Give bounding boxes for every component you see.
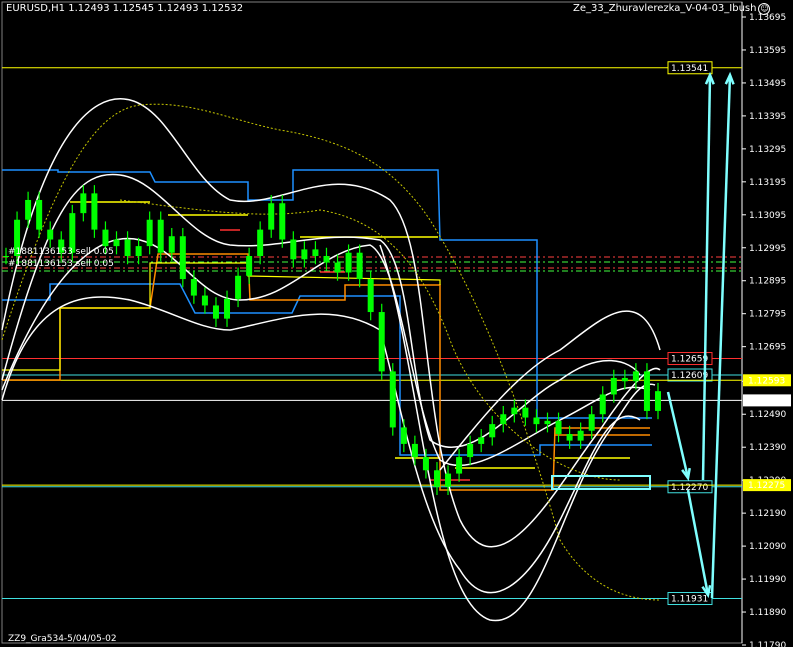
axis-tick-label: 1.13195 <box>749 178 786 188</box>
candle-body <box>411 443 418 458</box>
axis-tick-label: 1.13495 <box>749 79 786 89</box>
candle-body <box>577 430 584 441</box>
candle-body <box>389 371 396 428</box>
ohlc-values: 1.12493 1.12545 1.12493 1.12532 <box>68 3 244 14</box>
candle-body <box>400 427 407 444</box>
level-label: 1.12270 <box>671 483 708 493</box>
level-label: 1.13541 <box>671 64 708 74</box>
symbol-label: EURUSD,H1 <box>6 3 66 14</box>
candle-body <box>157 219 164 253</box>
candle-body <box>566 434 573 441</box>
candle-body <box>168 236 175 253</box>
level-label: 1.12659 <box>671 355 708 365</box>
axis-tick-label: 1.12695 <box>749 343 786 353</box>
candle-body <box>224 298 231 319</box>
candle-body <box>312 249 319 257</box>
candle-body <box>179 236 186 280</box>
candle-body <box>301 249 308 260</box>
candle-body <box>36 199 43 230</box>
candle-body <box>489 424 496 438</box>
order-label-1: #1881136153 sell 0.05 <box>8 247 114 257</box>
candle-body <box>511 407 518 415</box>
axis-tick-label: 1.12995 <box>749 244 786 254</box>
candle-body <box>445 473 452 487</box>
candle-body <box>257 229 264 257</box>
candle-body <box>135 246 142 257</box>
axis-tick-label: 1.13595 <box>749 46 786 56</box>
candle-body <box>345 252 352 273</box>
symbol-header: EURUSD,H1 1.12493 1.12545 1.12493 1.1253… <box>6 3 243 14</box>
axis-tick-label: 1.13095 <box>749 211 786 221</box>
order-label-2: #1881136153 sell 0.05 <box>8 259 114 269</box>
axis-tick-label: 1.12490 <box>749 410 786 420</box>
expert-header: Ze_33_Zhuravlerezka_V-04-03_Ibush ☺ <box>573 3 771 15</box>
candle-body <box>478 437 485 444</box>
axis-tick-label: 1.12090 <box>749 542 786 552</box>
candle-body <box>621 377 628 382</box>
candle-body <box>190 279 197 296</box>
level-label: 1.11931 <box>671 595 708 605</box>
candle-body <box>522 407 529 418</box>
candle-body <box>422 457 429 471</box>
candle-body <box>246 256 253 276</box>
candle-body <box>467 443 474 458</box>
candle-body <box>201 295 208 306</box>
candle-body <box>113 239 120 247</box>
axis-tick-label: 1.11990 <box>749 575 786 585</box>
candle-body <box>456 457 463 474</box>
axis-tick-label: 1.11890 <box>749 608 786 618</box>
candle-body <box>334 262 341 273</box>
price-chart[interactable]: 1.13541 1.12659 1.12609 1.12270 1.11931 1.13… <box>0 0 793 647</box>
axis-tick-label: 1.13295 <box>749 145 786 155</box>
candle-body <box>643 371 650 411</box>
expert-name: Ze_33_Zhuravlerezka_V-04-03_Ibush <box>573 3 757 14</box>
candle-body <box>279 203 286 240</box>
candle-body <box>91 193 98 230</box>
candle-body <box>378 312 385 372</box>
candle-body <box>610 377 617 395</box>
axis-tick-label: 1.12795 <box>749 310 786 320</box>
candle-body <box>323 256 330 263</box>
candle-body <box>500 414 507 425</box>
candle-body <box>655 391 661 411</box>
candle-body <box>146 219 153 247</box>
candle-body <box>544 420 551 425</box>
candle-body <box>290 239 297 260</box>
axis-tick-label: 1.11790 <box>749 641 786 647</box>
candle-body <box>102 229 109 247</box>
candle-body <box>433 470 440 487</box>
axis-tick-label: 1.12190 <box>749 509 786 519</box>
price-tag-label: 1.12532 <box>748 396 785 406</box>
candle-body <box>268 203 275 230</box>
candle-body <box>599 394 606 415</box>
axis-tick-label: 1.12390 <box>749 443 786 453</box>
price-tag-label: 1.12275 <box>748 481 785 491</box>
candle-body <box>588 414 595 431</box>
level-label: 1.12609 <box>671 371 708 381</box>
axis-tick-label: 1.12895 <box>749 277 786 287</box>
footer-label: ZZ9_Gra534-5/04/05-02 <box>8 634 117 644</box>
candle-body <box>367 279 374 313</box>
candle-body <box>235 275 242 299</box>
candle-body <box>356 252 363 280</box>
candle-body <box>124 239 131 257</box>
candle-body <box>533 417 540 425</box>
axis-tick-label: 1.13395 <box>749 112 786 122</box>
candle-body <box>80 193 87 214</box>
candle-body <box>632 371 639 382</box>
candle-body <box>555 420 562 435</box>
smiley-icon: ☺ <box>758 3 771 15</box>
candle-body <box>212 305 219 319</box>
candle-body <box>25 199 32 220</box>
candle-body <box>47 229 54 240</box>
price-tag-label: 1.12593 <box>748 376 785 386</box>
